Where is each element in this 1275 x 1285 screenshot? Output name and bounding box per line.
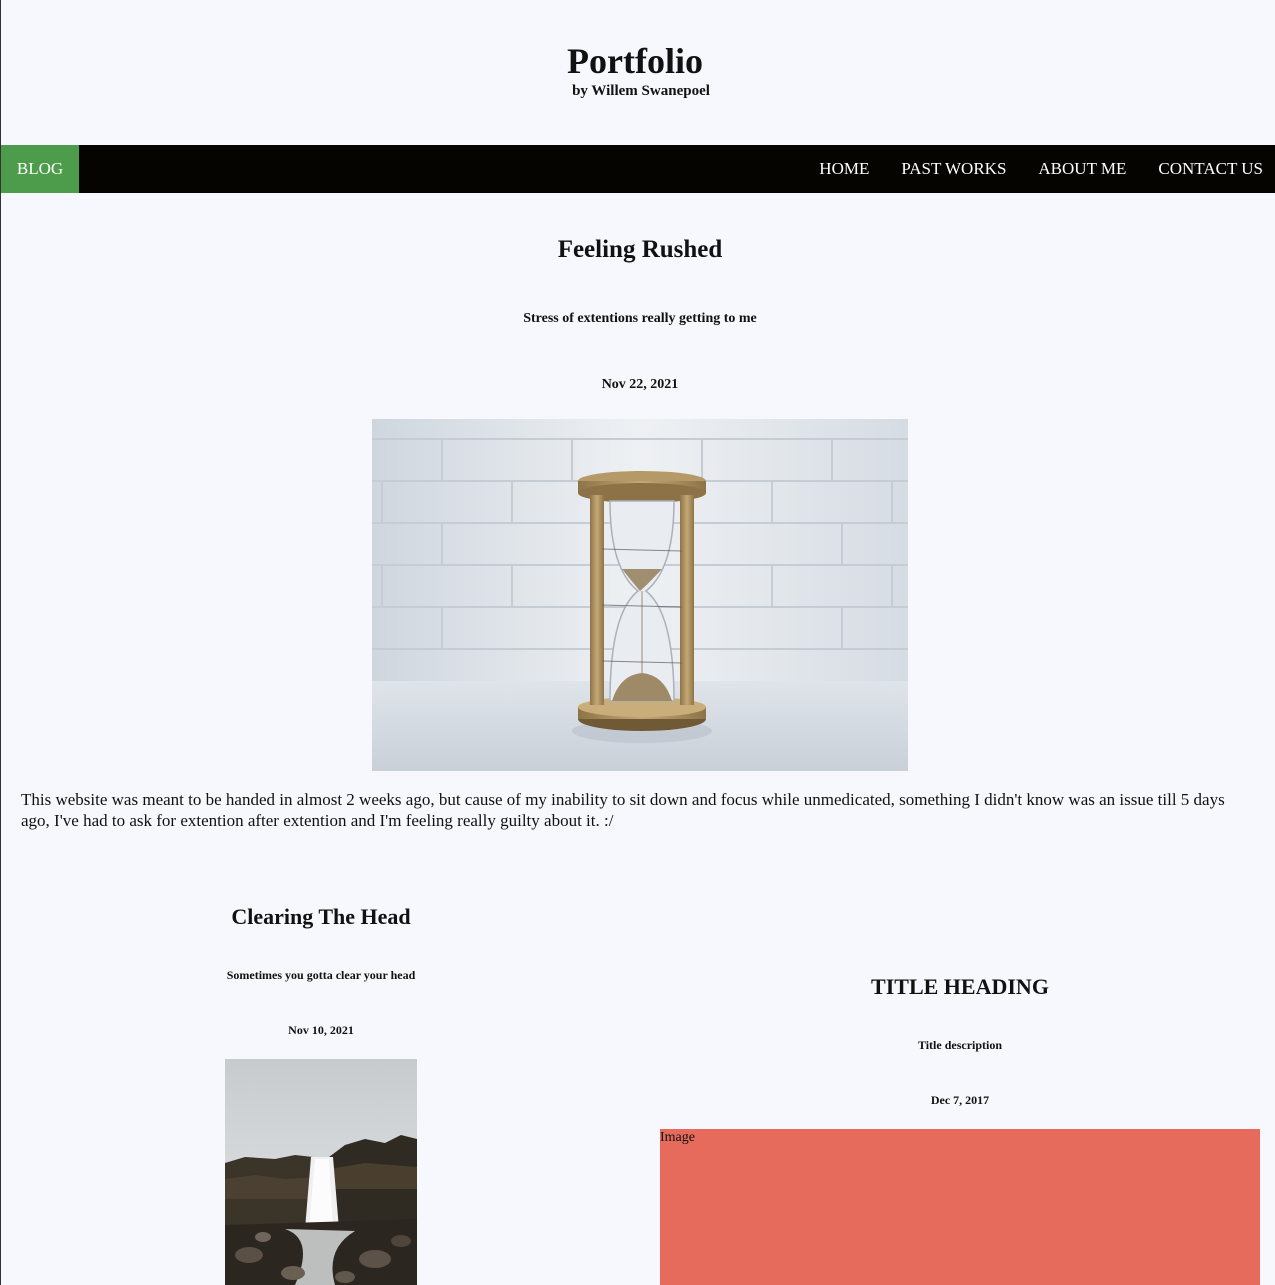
image-placeholder: Image xyxy=(660,1129,1260,1285)
nav-item-blog[interactable]: BLOG xyxy=(1,145,79,193)
card-date: Nov 10, 2021 xyxy=(288,1023,354,1037)
nav-item-contact-us[interactable]: CONTACT US xyxy=(1142,145,1275,193)
site-title: Portfolio xyxy=(567,41,703,81)
hourglass-image xyxy=(372,419,908,771)
featured-post-title: Feeling Rushed xyxy=(557,236,723,263)
card-description: Sometimes you gotta clear your head xyxy=(226,968,416,982)
nav-item-past-works[interactable]: PAST WORKS xyxy=(885,145,1022,193)
nav-item-about-me[interactable]: ABOUT ME xyxy=(1022,145,1142,193)
featured-post-body: This website was meant to be handed in a… xyxy=(21,790,1225,830)
card-description: Title description xyxy=(917,1038,1003,1052)
card-date: Dec 7, 2017 xyxy=(930,1093,990,1107)
main-navbar: BLOG HOME PAST WORKS ABOUT ME CONTACT US xyxy=(1,145,1275,193)
site-subtitle: by Willem Swanepoel xyxy=(572,83,710,99)
image-placeholder-label: Image xyxy=(660,1130,695,1145)
nav-links: HOME PAST WORKS ABOUT ME CONTACT US xyxy=(803,145,1275,193)
site-header: Portfolio by Willem Swanepoel xyxy=(1,0,1275,145)
waterfall-image xyxy=(225,1059,417,1285)
card-title-heading: TITLE HEADING xyxy=(871,974,1049,999)
nav-item-home[interactable]: HOME xyxy=(803,145,885,193)
featured-post-date: Nov 22, 2021 xyxy=(601,377,679,392)
card-title-clearing-the-head: Clearing The Head xyxy=(231,904,411,929)
featured-post-description: Stress of extentions really getting to m… xyxy=(523,311,757,326)
